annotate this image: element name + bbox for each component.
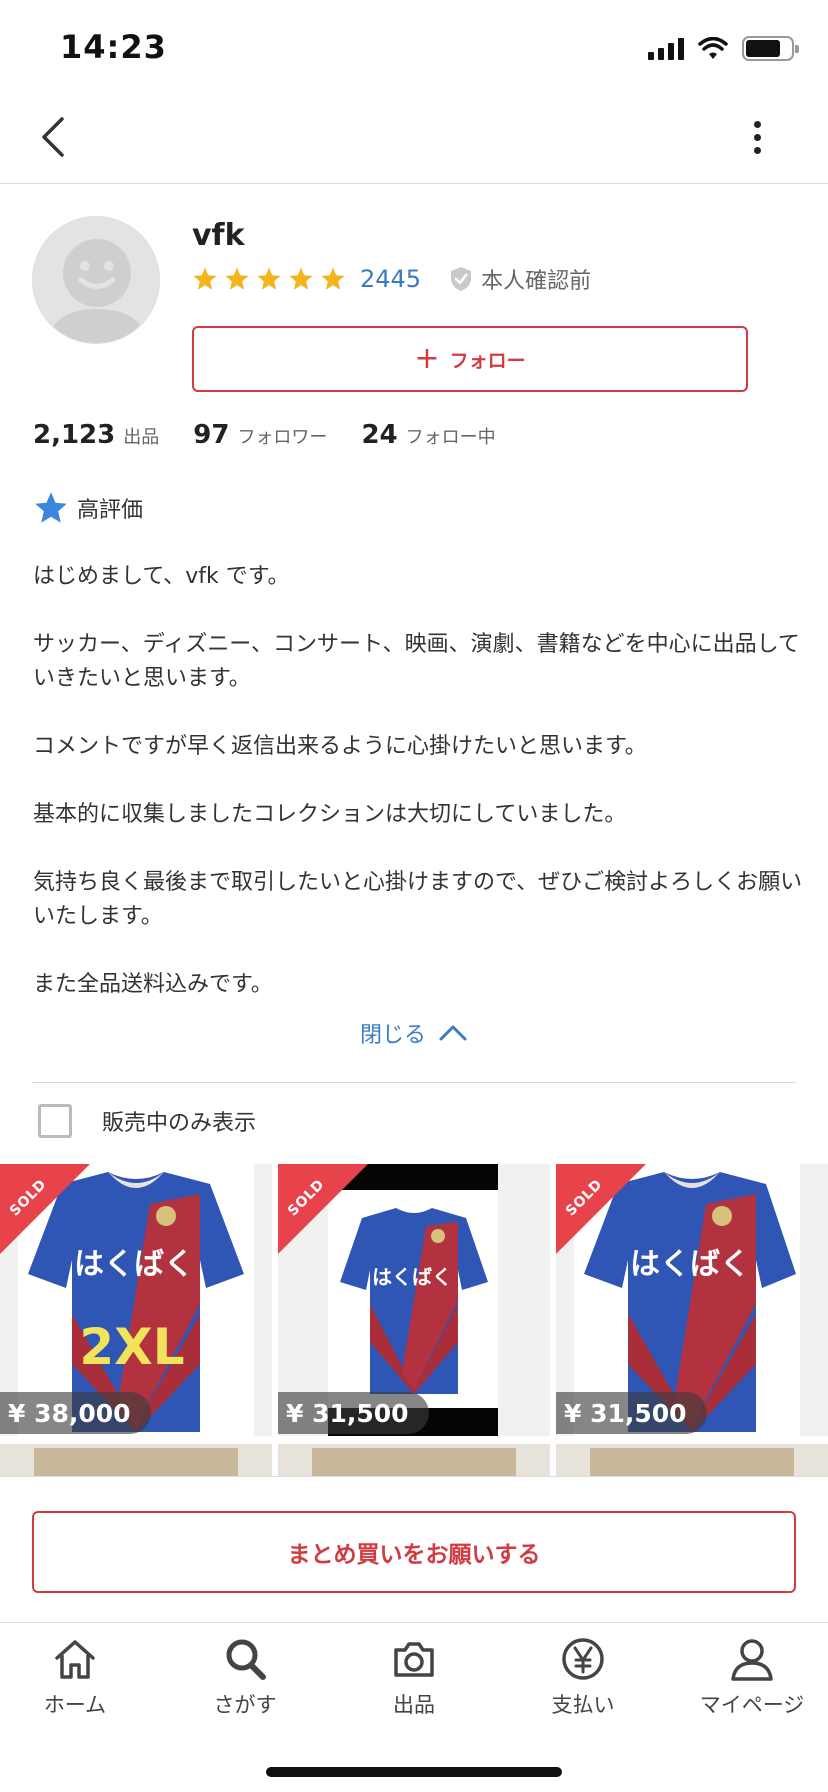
plus-icon: + bbox=[414, 341, 440, 376]
tab-search[interactable]: さがす bbox=[170, 1635, 320, 1719]
home-indicator bbox=[266, 1767, 562, 1777]
star-badge-icon bbox=[35, 492, 67, 523]
tab-label: 出品 bbox=[393, 1693, 435, 1717]
tab-mypage[interactable]: マイページ bbox=[677, 1635, 827, 1719]
close-label: 閉じる bbox=[360, 1023, 427, 1048]
item-card[interactable]: はくばく 2XL SOLD ¥ 38,000 bbox=[0, 1164, 272, 1436]
tab-label: さがす bbox=[213, 1693, 277, 1717]
item-price: ¥ 38,000 bbox=[0, 1392, 151, 1434]
wifi-icon bbox=[698, 36, 728, 59]
badge-label: 高評価 bbox=[77, 498, 144, 523]
item-card[interactable]: はくばく SOLD ¥ 31,500 bbox=[556, 1164, 828, 1436]
rating-count[interactable]: 2445 bbox=[360, 265, 421, 293]
person-icon bbox=[731, 1639, 773, 1681]
star-icon bbox=[257, 267, 281, 290]
high-rating-badge: 高評価 bbox=[33, 490, 143, 526]
filter-label: 販売中のみ表示 bbox=[102, 1111, 257, 1136]
item-card-partial[interactable] bbox=[0, 1444, 272, 1476]
verification-status: 本人確認前 bbox=[481, 269, 592, 294]
tab-label: マイページ bbox=[699, 1693, 805, 1717]
bio-paragraph: また全品送料込みです。 bbox=[33, 972, 273, 997]
item-price: ¥ 31,500 bbox=[556, 1392, 707, 1434]
listings-label: 出品 bbox=[123, 427, 160, 448]
tab-label: 支払い bbox=[551, 1693, 615, 1717]
more-options-button[interactable] bbox=[742, 112, 772, 162]
chevron-left-icon bbox=[42, 117, 64, 157]
tab-payment[interactable]: 支払い bbox=[508, 1635, 658, 1719]
more-dot-icon bbox=[753, 146, 761, 154]
battery-icon bbox=[742, 36, 799, 61]
item-card-partial[interactable] bbox=[556, 1444, 828, 1476]
tab-sell[interactable]: 出品 bbox=[339, 1635, 489, 1719]
bio-paragraph: サッカー、ディズニー、コンサート、映画、演劇、書籍などを中心に出品していきたいと… bbox=[33, 632, 800, 691]
bulk-buy-button[interactable]: まとめ買いをお願いする bbox=[32, 1511, 796, 1593]
star-icon bbox=[193, 267, 217, 290]
profile-bio: はじめまして、vfk です。 サッカー、ディズニー、コンサート、映画、演劇、書籍… bbox=[33, 560, 803, 1002]
username: vfk bbox=[192, 218, 245, 253]
size-overlay-text: 2XL bbox=[79, 1318, 184, 1376]
rating-stars bbox=[192, 266, 346, 292]
tab-label: ホーム bbox=[43, 1693, 107, 1717]
more-dot-icon bbox=[753, 133, 761, 141]
bio-paragraph: コメントですが早く返信出来るように心掛けたいと思います。 bbox=[33, 734, 647, 759]
stats-row: 2,123 出品 97 フォロワー 24 フォロー中 bbox=[33, 420, 496, 460]
jersey-sponsor-text: はくばく bbox=[372, 1265, 452, 1289]
status-bar: 14:23 bbox=[0, 0, 828, 100]
camera-icon bbox=[394, 1642, 434, 1677]
tab-home[interactable]: ホーム bbox=[0, 1635, 150, 1719]
bio-paragraph: 気持ち良く最後まで取引したいと心掛けますので、ぜひご検討よろしくお願いいたします… bbox=[33, 870, 803, 929]
follow-label: フォロー bbox=[449, 349, 526, 372]
search-icon bbox=[226, 1639, 266, 1680]
bottom-tab-bar: ホーム さがす 出品 支払い マイページ bbox=[0, 1622, 828, 1792]
jersey-sponsor-text: はくばく bbox=[74, 1247, 194, 1282]
listings-count[interactable]: 2,123 bbox=[33, 420, 115, 450]
item-card[interactable]: はくばく SOLD ¥ 31,500 bbox=[278, 1164, 550, 1436]
following-label: フォロー中 bbox=[405, 427, 496, 448]
close-bio-link[interactable]: 閉じる bbox=[360, 1017, 468, 1049]
followers-label: フォロワー bbox=[237, 427, 328, 448]
bio-paragraph: はじめまして、vfk です。 bbox=[33, 564, 290, 589]
more-dot-icon bbox=[753, 120, 761, 128]
yen-icon bbox=[562, 1638, 604, 1680]
divider bbox=[32, 1082, 796, 1083]
chevron-up-icon bbox=[439, 1025, 467, 1041]
nav-bar bbox=[0, 100, 828, 184]
back-button[interactable] bbox=[28, 112, 78, 162]
on-sale-checkbox[interactable] bbox=[38, 1104, 72, 1138]
item-thumbnail bbox=[312, 1448, 516, 1476]
follow-button[interactable]: + フォロー bbox=[192, 326, 748, 392]
star-icon bbox=[289, 267, 313, 290]
item-price: ¥ 31,500 bbox=[278, 1392, 429, 1434]
jersey-sponsor-text: はくばく bbox=[630, 1247, 750, 1282]
item-card-partial[interactable] bbox=[278, 1444, 550, 1476]
item-thumbnail bbox=[590, 1448, 794, 1476]
star-icon bbox=[321, 267, 345, 290]
signal-icon bbox=[648, 37, 684, 60]
following-count[interactable]: 24 bbox=[361, 420, 397, 450]
default-avatar-icon bbox=[33, 217, 159, 343]
status-time: 14:23 bbox=[60, 28, 167, 66]
shield-check-icon bbox=[451, 267, 472, 291]
rating-row[interactable]: 2445 本人確認前 bbox=[192, 264, 591, 294]
item-grid: はくばく 2XL SOLD ¥ 38,000 はくばく SOLD ¥ 31,50… bbox=[0, 1164, 828, 1476]
bio-paragraph: 基本的に収集しましたコレクションは大切にしていました。 bbox=[33, 802, 627, 827]
star-icon bbox=[225, 267, 249, 290]
bulk-buy-area: まとめ買いをお願いする bbox=[0, 1476, 828, 1622]
item-thumbnail bbox=[34, 1448, 238, 1476]
status-icons bbox=[648, 36, 799, 61]
on-sale-filter[interactable]: 販売中のみ表示 bbox=[38, 1104, 256, 1138]
home-icon bbox=[55, 1640, 95, 1679]
avatar bbox=[32, 216, 160, 344]
followers-count[interactable]: 97 bbox=[193, 420, 229, 450]
